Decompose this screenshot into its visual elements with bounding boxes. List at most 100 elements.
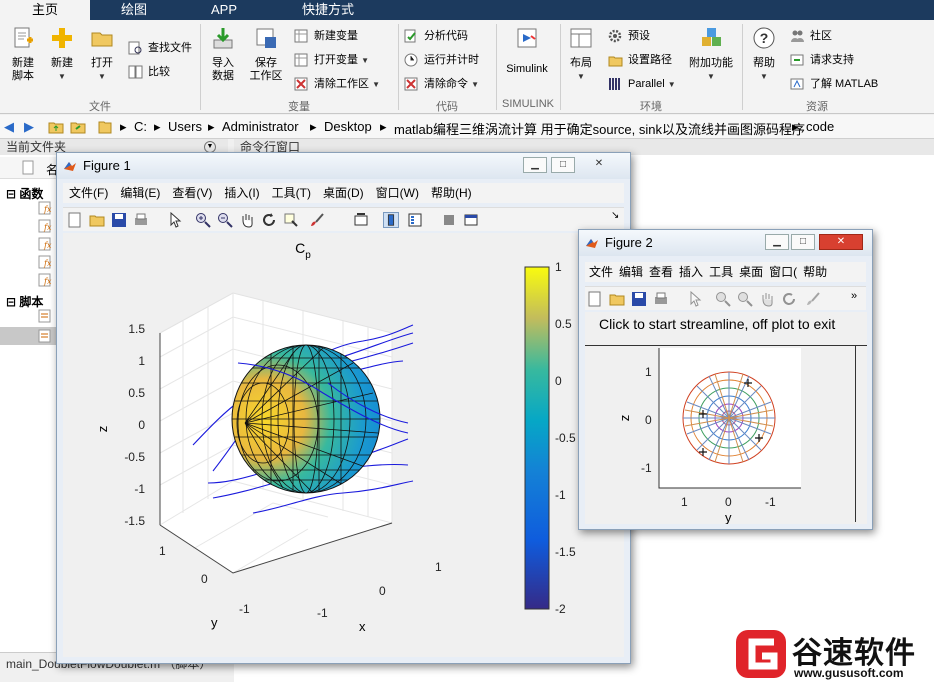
- open-file-icon[interactable]: [89, 212, 105, 228]
- open-button[interactable]: 打开 ▼: [86, 26, 118, 83]
- menu-tools[interactable]: 工具(T): [272, 186, 311, 200]
- tab-home[interactable]: 主页: [0, 0, 90, 20]
- menu-help[interactable]: 帮助: [803, 265, 827, 279]
- dock-icon[interactable]: [463, 212, 479, 228]
- function-file-icon[interactable]: fx: [38, 237, 52, 251]
- figure2-canvas[interactable]: Click to start streamline, off plot to e…: [585, 312, 867, 524]
- menu-help[interactable]: 帮助(H): [431, 186, 472, 200]
- new-script-button[interactable]: 新建 脚本: [6, 26, 40, 83]
- layout-button[interactable]: 布局 ▼: [566, 26, 596, 83]
- breadcrumb-c[interactable]: C:: [134, 119, 147, 134]
- pointer-icon[interactable]: [167, 212, 183, 228]
- parallel-button[interactable]: Parallel ▼: [608, 74, 676, 94]
- menu-insert[interactable]: 插入(I): [224, 186, 259, 200]
- data-cursor-icon[interactable]: [283, 212, 299, 228]
- rotate-3d-icon[interactable]: [781, 291, 797, 307]
- save-icon[interactable]: [631, 291, 647, 307]
- new-button[interactable]: 新建 ▼: [46, 26, 78, 83]
- new-figure-icon[interactable]: [587, 291, 603, 307]
- collapse-icon[interactable]: ⊟: [6, 295, 16, 309]
- learn-matlab-button[interactable]: 了解 MATLAB: [790, 74, 878, 94]
- zoom-out-icon[interactable]: [737, 291, 753, 307]
- brush-icon[interactable]: [309, 212, 325, 228]
- browse-folder-icon[interactable]: [70, 119, 86, 135]
- function-file-icon[interactable]: fx: [38, 273, 52, 287]
- menu-view[interactable]: 查看: [649, 265, 673, 279]
- zoom-in-icon[interactable]: [195, 212, 211, 228]
- function-file-icon[interactable]: fx: [38, 201, 52, 215]
- clear-workspace-button[interactable]: 清除工作区 ▼: [294, 74, 380, 94]
- analyze-code-button[interactable]: 分析代码: [404, 26, 468, 46]
- pan-icon[interactable]: [239, 212, 255, 228]
- function-file-icon[interactable]: fx: [38, 219, 52, 233]
- request-support-button[interactable]: 请求支持: [790, 50, 854, 70]
- selected-script-row[interactable]: [0, 327, 60, 345]
- save-icon[interactable]: [111, 212, 127, 228]
- link-plot-icon[interactable]: [353, 212, 369, 228]
- minimize-button[interactable]: ▁: [523, 157, 547, 173]
- new-figure-icon[interactable]: [67, 212, 83, 228]
- toolbar-overflow-icon[interactable]: ↘: [611, 210, 619, 221]
- functions-group[interactable]: ⊟ 函数: [6, 185, 43, 202]
- scripts-group[interactable]: ⊟ 脚本: [6, 293, 43, 310]
- pan-icon[interactable]: [759, 291, 775, 307]
- menu-edit[interactable]: 编辑: [619, 265, 643, 279]
- collapse-icon[interactable]: ⊟: [6, 187, 16, 201]
- save-workspace-button[interactable]: 保存 工作区: [248, 26, 284, 83]
- preferences-button[interactable]: 预设: [608, 26, 650, 46]
- back-icon[interactable]: ◀: [4, 119, 14, 135]
- open-variable-button[interactable]: 打开变量 ▼: [294, 50, 369, 70]
- run-and-time-button[interactable]: 运行并计时: [404, 50, 479, 70]
- open-file-icon[interactable]: [609, 291, 625, 307]
- script-file-icon[interactable]: [38, 309, 52, 323]
- forward-icon[interactable]: ▶: [24, 119, 34, 135]
- addons-button[interactable]: 附加功能 ▼: [686, 26, 736, 83]
- simulink-button[interactable]: Simulink: [502, 26, 552, 76]
- tab-plots[interactable]: 绘图: [90, 0, 178, 20]
- find-files-button[interactable]: 查找文件: [128, 38, 192, 58]
- community-button[interactable]: 社区: [790, 26, 832, 46]
- breadcrumb-desktop[interactable]: Desktop: [324, 119, 372, 134]
- minimize-button[interactable]: ▁: [765, 234, 789, 250]
- menu-file[interactable]: 文件(F): [69, 186, 108, 200]
- figure1-canvas[interactable]: Cp 1.5 1 0.5 0 -0.5 -1 -1.5 z 1 0 -1 y 1: [63, 233, 624, 657]
- breadcrumb-users[interactable]: Users: [168, 119, 202, 134]
- menu-view[interactable]: 查看(V): [172, 186, 212, 200]
- menu-window[interactable]: 窗口(W): [376, 186, 419, 200]
- legend-icon[interactable]: [407, 212, 423, 228]
- print-icon[interactable]: [133, 212, 149, 228]
- set-path-button[interactable]: 设置路径: [608, 50, 672, 70]
- hide-tools-icon[interactable]: [441, 212, 457, 228]
- tab-shortcuts[interactable]: 快捷方式: [270, 0, 386, 20]
- folder-up-icon[interactable]: [48, 119, 64, 135]
- maximize-button[interactable]: □: [551, 157, 575, 173]
- help-button[interactable]: ? 帮助 ▼: [748, 26, 780, 83]
- new-variable-button[interactable]: 新建变量: [294, 26, 358, 46]
- breadcrumb-code[interactable]: code: [806, 119, 834, 134]
- zoom-out-icon[interactable]: [217, 212, 233, 228]
- menu-desktop[interactable]: 桌面(D): [323, 186, 364, 200]
- menu-desktop[interactable]: 桌面: [739, 265, 763, 279]
- menu-window[interactable]: 窗口(: [769, 265, 797, 279]
- menu-edit[interactable]: 编辑(E): [120, 186, 160, 200]
- print-icon[interactable]: [653, 291, 669, 307]
- tab-apps[interactable]: APP: [178, 0, 270, 20]
- menu-file[interactable]: 文件: [589, 265, 613, 279]
- function-file-icon[interactable]: fx: [38, 255, 52, 269]
- brush-icon[interactable]: [805, 291, 821, 307]
- breadcrumb-project[interactable]: matlab编程三维涡流计算 用于确定source, sink以及流线并画图源码…: [394, 119, 805, 138]
- menu-insert[interactable]: 插入: [679, 265, 703, 279]
- maximize-button[interactable]: □: [791, 234, 815, 250]
- zoom-in-icon[interactable]: [715, 291, 731, 307]
- close-button[interactable]: ✕: [819, 234, 863, 250]
- breadcrumb-administrator[interactable]: Administrator: [222, 119, 299, 134]
- colorbar-toggle-icon[interactable]: [383, 212, 399, 228]
- rotate-3d-icon[interactable]: [261, 212, 277, 228]
- toolbar-overflow-icon[interactable]: »: [851, 290, 857, 302]
- close-button[interactable]: ✕: [579, 157, 619, 173]
- clear-commands-button[interactable]: 清除命令 ▼: [404, 74, 479, 94]
- menu-tools[interactable]: 工具: [709, 265, 733, 279]
- import-data-button[interactable]: 导入 数据: [206, 26, 240, 83]
- pointer-icon[interactable]: [687, 291, 703, 307]
- compare-button[interactable]: 比较: [128, 62, 170, 82]
